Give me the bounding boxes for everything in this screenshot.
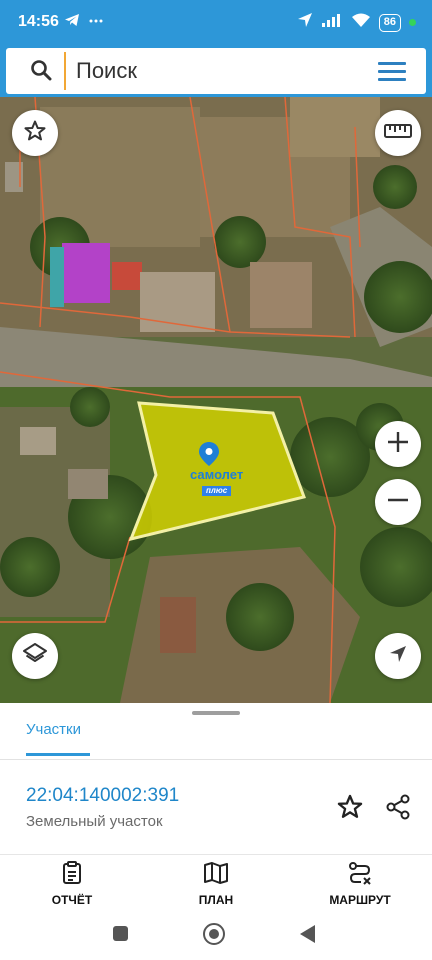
nav-report-label: ОТЧЁТ	[51, 893, 93, 907]
locate-icon	[388, 644, 408, 669]
back-triangle-icon[interactable]	[300, 925, 315, 943]
nav-route-label: МАРШРУТ	[329, 893, 391, 907]
nav-report[interactable]: ОТЧЁТ	[17, 861, 127, 907]
location-icon	[297, 12, 313, 33]
locate-button[interactable]	[375, 633, 421, 679]
home-circle-icon[interactable]	[203, 923, 225, 945]
divider	[0, 759, 432, 760]
layers-icon	[22, 641, 48, 672]
tab-parcels[interactable]: Участки	[26, 721, 81, 738]
map-view[interactable]: самолет плюс	[0, 97, 432, 703]
recents-square-icon[interactable]	[113, 926, 128, 941]
signal-icon	[321, 12, 343, 33]
brand-label: самолет плюс	[190, 468, 243, 497]
sheet-handle[interactable]	[192, 711, 240, 715]
zoom-out-icon	[386, 488, 410, 517]
ruler-icon	[384, 123, 412, 143]
satellite-map	[0, 97, 432, 703]
wifi-icon	[351, 12, 371, 33]
ruler-button[interactable]	[375, 110, 421, 156]
more-icon	[88, 12, 104, 33]
system-nav-bar	[0, 910, 432, 960]
map-icon	[203, 862, 229, 889]
nav-plan-label: ПЛАН	[198, 893, 234, 907]
nav-route[interactable]: МАРШРУТ	[305, 861, 415, 907]
route-icon	[347, 862, 373, 889]
telegram-icon	[64, 12, 80, 33]
bottom-sheet: Участки 22:04:140002:391 Земельный участ…	[0, 703, 432, 855]
notification-dot	[409, 19, 416, 26]
brand-sub: плюс	[202, 486, 232, 496]
parcel-favorite-star-icon[interactable]	[336, 793, 364, 826]
search-bar	[0, 46, 432, 97]
zoom-out-button[interactable]	[375, 479, 421, 525]
nav-plan[interactable]: ПЛАН	[161, 861, 271, 907]
report-icon	[61, 861, 83, 889]
menu-icon[interactable]	[378, 60, 406, 87]
star-icon	[23, 119, 47, 148]
status-bar: 14:56 86	[0, 0, 432, 46]
zoom-in-icon	[386, 430, 410, 459]
status-time: 14:56	[18, 13, 59, 30]
parcel-type: Земельный участок	[26, 813, 163, 830]
parcel-id[interactable]: 22:04:140002:391	[26, 785, 179, 807]
share-icon[interactable]	[384, 793, 412, 826]
tab-indicator	[26, 753, 90, 756]
search-box	[6, 48, 426, 94]
zoom-in-button[interactable]	[375, 421, 421, 467]
battery-indicator: 86	[378, 13, 401, 32]
brand-name: самолет	[190, 467, 244, 482]
bottom-nav: ОТЧЁТ ПЛАН МАРШРУТ	[0, 855, 432, 910]
search-input[interactable]	[64, 52, 364, 90]
favorite-button[interactable]	[12, 110, 58, 156]
search-icon[interactable]	[30, 59, 52, 86]
layers-button[interactable]	[12, 633, 58, 679]
